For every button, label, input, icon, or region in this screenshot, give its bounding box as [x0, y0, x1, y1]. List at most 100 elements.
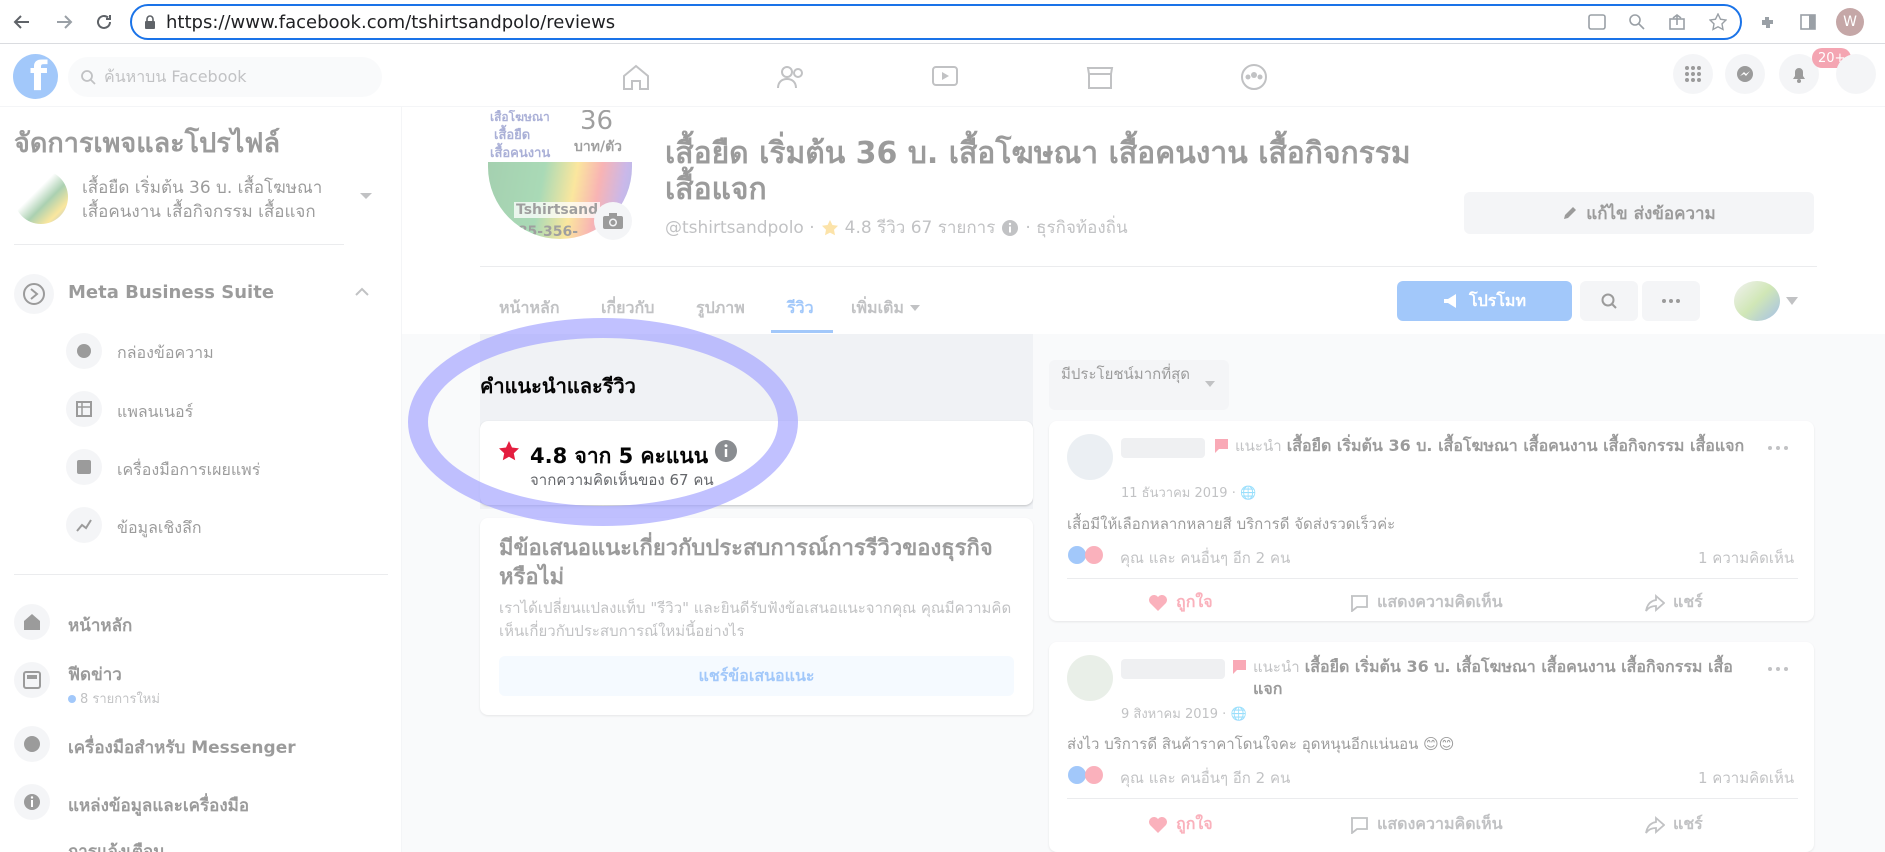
reviewer-name-redacted[interactable]	[1121, 659, 1225, 679]
sidebar-item-messenger-tools[interactable]: เครื่องมือสำหรับ Messenger	[68, 734, 296, 761]
translate-icon[interactable]	[1586, 11, 1608, 33]
review-post-title: แนะนำ เสื้อยืด เริ่มต้น 36 บ. เสื้อโฆษณา…	[1253, 656, 1753, 700]
sidebar-item-resources[interactable]: แหล่งข้อมูลและเครื่องมือ	[68, 792, 249, 819]
home-tab-icon[interactable]	[616, 59, 656, 95]
recommends-label: แนะนำ	[1253, 658, 1300, 676]
sidebar-item-feed[interactable]: ฟีดข่าว	[68, 661, 122, 688]
menu-grid-icon[interactable]	[1673, 54, 1713, 94]
review-body: ส่งไว บริการดี สินค้าราคาโดนใจคะ อุดหนุน…	[1067, 735, 1455, 753]
like-button[interactable]: ถูกใจ	[1148, 812, 1213, 837]
comment-button[interactable]: แสดงความคิดเห็น	[1349, 812, 1503, 837]
page-voice-avatar[interactable]	[1734, 281, 1780, 321]
new-dot	[68, 695, 76, 703]
zoom-icon[interactable]	[1626, 11, 1648, 33]
feed-new-count-text: 8 รายการใหม่	[80, 692, 160, 707]
sidebar-item-home[interactable]: หน้าหลัก	[68, 612, 132, 639]
reviewer-name-redacted[interactable]	[1121, 438, 1205, 458]
page-thumbnail	[14, 170, 68, 224]
sidebar-page-name-line1: เสื้อยืด เริ่มต้น 36 บ. เสื้อโฆษณา	[82, 178, 323, 198]
page-search-button[interactable]	[1580, 281, 1638, 321]
review-post-title: แนะนำ เสื้อยืด เริ่มต้น 36 บ. เสื้อโฆษณา…	[1235, 435, 1755, 457]
share-feedback-button[interactable]: แชร์ข้อเสนอแนะ	[499, 656, 1014, 696]
reaction-count[interactable]: คุณ และ คนอื่นๆ อีก 2 คน	[1120, 546, 1290, 570]
header-divider	[480, 266, 1817, 267]
edit-send-message-button[interactable]: แก้ไข ส่งข้อความ	[1464, 192, 1814, 234]
reaction-icons[interactable]	[1067, 545, 1107, 565]
comment-icon	[1349, 594, 1369, 612]
news-feed-icon	[14, 662, 50, 698]
page-handle[interactable]: @tshirtsandpolo ·	[665, 218, 815, 238]
comment-count[interactable]: 1 ความคิดเห็น	[1698, 766, 1794, 790]
reviewer-avatar[interactable]	[1067, 655, 1113, 701]
address-bar[interactable]: https://www.facebook.com/tshirtsandpolo/…	[130, 4, 1742, 40]
messenger-icon[interactable]	[1725, 54, 1765, 94]
comment-count[interactable]: 1 ความคิดเห็น	[1698, 546, 1794, 570]
share-button[interactable]: แชร์	[1645, 590, 1703, 615]
facebook-search-input[interactable]: ค้นหาบน Facebook	[68, 57, 382, 97]
tab-more[interactable]: เพิ่มเติม	[851, 282, 920, 334]
post-options-icon[interactable]	[1768, 446, 1788, 450]
sidebar-item-inbox[interactable]: กล่องข้อความ	[117, 341, 214, 366]
more-options-icon[interactable]	[1642, 281, 1700, 321]
like-label: ถูกใจ	[1176, 814, 1213, 833]
sidebar-item-planner[interactable]: แพลนเนอร์	[117, 400, 193, 425]
tab-reviews[interactable]: รีวิว	[787, 282, 814, 334]
promote-button-label: โปรโมท	[1468, 290, 1527, 310]
edit-button-label: แก้ไข ส่งข้อความ	[1586, 203, 1716, 224]
recommended-page-name[interactable]: เสื้อยืด เริ่มต้น 36 บ. เสื้อโฆษณา เสื้อ…	[1287, 436, 1745, 455]
page-title: เสื้อยืด เริ่มต้น 36 บ. เสื้อโฆษณา เสื้อ…	[665, 136, 1411, 207]
page-meta: @tshirtsandpolo · 4.8 รีวิว 67 รายการ · …	[665, 214, 1128, 241]
share-button[interactable]: แชร์	[1645, 812, 1703, 837]
sidebar-item-insights[interactable]: ข้อมูลเชิงลึก	[117, 516, 202, 541]
sidebar-item-publishing-tools[interactable]: เครื่องมือการเผยแพร่	[117, 458, 260, 483]
megaphone-icon	[1443, 293, 1461, 309]
extensions-icon[interactable]	[1757, 11, 1779, 33]
share-arrow-icon	[1645, 815, 1665, 834]
comment-button[interactable]: แสดงความคิดเห็น	[1349, 590, 1503, 615]
reviewer-avatar[interactable]	[1067, 434, 1113, 480]
account-avatar[interactable]	[1836, 54, 1876, 94]
camera-icon[interactable]	[594, 202, 632, 240]
facebook-logo[interactable]: f	[13, 54, 58, 99]
reaction-count[interactable]: คุณ และ คนอื่นๆ อีก 2 คน	[1120, 766, 1290, 790]
voice-switch-caret-icon[interactable]	[1786, 297, 1798, 305]
comment-label: แสดงความคิดเห็น	[1377, 814, 1503, 833]
share-label: แชร์	[1673, 592, 1703, 611]
recommended-page-name[interactable]: เสื้อยืด เริ่มต้น 36 บ. เสื้อโฆษณา เสื้อ…	[1253, 657, 1733, 698]
messenger-tools-icon	[14, 726, 50, 762]
sidebar-page-name[interactable]: เสื้อยืด เริ่มต้น 36 บ. เสื้อโฆษณา เสื้อ…	[82, 176, 322, 224]
review-post-date[interactable]: 11 ธันวาคม 2019 · 🌐	[1121, 482, 1256, 503]
sort-dropdown[interactable]: มีประโยชน์มากที่สุด	[1049, 360, 1229, 410]
sidebar-divider-2	[14, 574, 388, 575]
tab-photos[interactable]: รูปภาพ	[696, 282, 745, 334]
sidepanel-icon[interactable]	[1797, 11, 1819, 33]
bookmark-star-icon[interactable]	[1707, 11, 1729, 33]
marketplace-tab-icon[interactable]	[1080, 59, 1120, 95]
info-circle-icon[interactable]	[1001, 219, 1019, 237]
like-button[interactable]: ถูกใจ	[1148, 590, 1213, 615]
page-category[interactable]: · ธุรกิจท้องถิ่น	[1025, 214, 1127, 241]
share-page-icon[interactable]	[1666, 11, 1688, 33]
avatar-price-unit: บาท/ตัว	[574, 139, 623, 155]
groups-tab-icon[interactable]	[1234, 59, 1274, 95]
post-options-icon[interactable]	[1768, 667, 1788, 671]
friends-tab-icon[interactable]	[771, 59, 811, 95]
back-icon[interactable]	[8, 8, 36, 36]
promote-button[interactable]: โปรโมท	[1397, 281, 1572, 321]
profile-avatar[interactable]: W	[1836, 8, 1864, 36]
reaction-icons[interactable]	[1067, 765, 1107, 785]
home-icon	[14, 604, 50, 640]
page-rating-meta[interactable]: 4.8 รีวิว 67 รายการ	[845, 214, 996, 241]
chevron-up-icon[interactable]	[355, 287, 369, 297]
watch-tab-icon[interactable]	[925, 59, 965, 95]
sidebar-item-more[interactable]: การแจ้งเตือน	[68, 838, 165, 852]
meta-business-suite-label[interactable]: Meta Business Suite	[68, 282, 274, 303]
globe-icon: 🌐	[1230, 707, 1247, 722]
reload-icon[interactable]	[90, 8, 118, 36]
meta-business-suite-icon	[14, 274, 54, 314]
facebook-logo-letter: f	[29, 54, 48, 99]
review-post-date[interactable]: 9 สิงหาคม 2019 · 🌐	[1121, 703, 1247, 724]
active-tab-underline	[771, 330, 833, 333]
chevron-down-icon[interactable]	[359, 191, 373, 201]
forward-icon[interactable]	[50, 8, 78, 36]
